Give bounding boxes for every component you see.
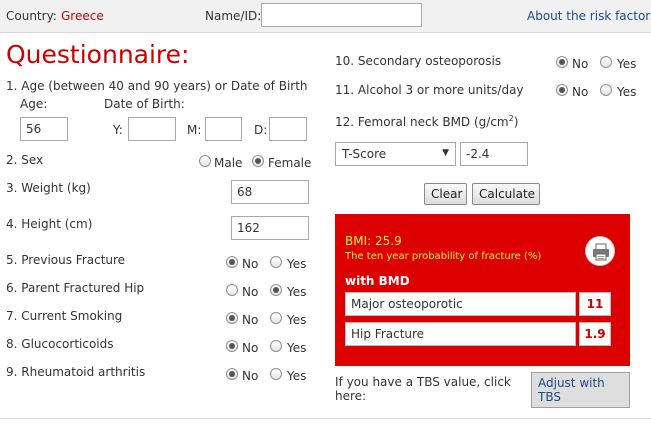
q10-yes-radio[interactable] [600,56,612,68]
q5-yes-label: Yes [287,257,307,271]
q11-label: 11. Alcohol 3 or more units/day [335,83,524,97]
q5-no-label: No [242,257,259,271]
q10-no-radio[interactable] [556,56,568,68]
q9-yes-radio[interactable] [270,368,282,380]
calculate-button[interactable]: Calculate [472,183,540,205]
bmd-type-select[interactable]: T-Score ▼ [335,142,456,166]
q10-label: 10. Secondary osteoporosis [335,54,502,68]
q5-yes-radio[interactable] [270,256,282,268]
page-title: Questionnaire: [6,40,190,69]
country-value: Greece [61,9,104,23]
bottom-divider [0,418,651,419]
with-bmd-label: with BMD [345,274,410,288]
q9-yes-label: Yes [287,369,307,383]
q9-label: 9. Rheumatoid arthritis [6,365,146,379]
q12-label: 12. Femoral neck BMD (g/cm2) [335,114,518,129]
q10-yes-label: Yes [617,57,637,71]
clear-button[interactable]: Clear [424,183,467,205]
q7-no-radio[interactable] [226,312,238,324]
age-input[interactable] [20,117,68,141]
q8-no-radio[interactable] [226,340,238,352]
q12-label-text: 12. Femoral neck BMD (g/cm [335,115,509,129]
year-input[interactable] [128,117,176,141]
q8-yes-label: Yes [287,341,307,355]
dob-label: Date of Birth: [104,97,185,111]
q6-yes-radio[interactable] [270,284,282,296]
q2-label: 2. Sex [6,153,44,167]
adjust-with-tbs-button[interactable]: Adjust with TBS [531,372,630,408]
q11-no-radio[interactable] [556,84,568,96]
age-label: Age: [20,97,48,111]
hip-fracture-label: Hip Fracture [345,322,576,346]
q9-no-radio[interactable] [226,368,238,380]
q11-yes-radio[interactable] [600,84,612,96]
q4-label: 4. Height (cm) [6,217,93,231]
month-input[interactable] [205,117,242,141]
weight-input[interactable] [231,180,309,204]
q8-label: 8. Glucocorticoids [6,337,114,351]
q8-yes-radio[interactable] [270,340,282,352]
q6-no-label: No [242,285,259,299]
about-risk-factors-link[interactable]: About the risk factors [527,9,651,23]
q3-label: 3. Weight (kg) [6,181,91,195]
major-osteoporotic-label: Major osteoporotic [345,292,576,316]
sex-male-radio[interactable] [199,155,211,167]
bmi-value: BMI: 25.9 [345,234,402,248]
country-label: Country: [6,9,57,23]
result-panel: BMI: 25.9 The ten year probability of fr… [335,214,630,366]
bmd-type-value: T-Score [342,147,387,161]
hip-fracture-value: 1.9 [579,322,611,346]
q7-no-label: No [242,313,259,327]
tbs-text: If you have a TBS value, click here: [335,375,511,403]
q6-no-radio[interactable] [226,284,238,296]
q7-yes-radio[interactable] [270,312,282,324]
sex-female-radio[interactable] [252,155,264,167]
q10-no-label: No [572,57,589,71]
header-bar: Country: Greece Name/ID: About the risk … [0,0,651,33]
q8-no-label: No [242,341,259,355]
month-label: M: [187,123,202,137]
year-label: Y: [113,123,123,137]
printer-icon[interactable] [585,236,615,266]
height-input[interactable] [231,216,309,240]
major-osteoporotic-value: 11 [579,292,611,316]
q5-label: 5. Previous Fracture [6,253,126,267]
day-label: D: [254,123,268,137]
q11-yes-label: Yes [617,85,637,99]
q7-yes-label: Yes [287,313,307,327]
q11-no-label: No [572,85,589,99]
q9-no-label: No [242,369,259,383]
q6-yes-label: Yes [287,285,307,299]
sex-male-label: Male [214,156,243,170]
name-label: Name/ID: [205,9,262,23]
q7-label: 7. Current Smoking [6,309,123,323]
sex-female-label: Female [268,156,312,170]
q1-label: 1. Age (between 40 and 90 years) or Date… [6,79,308,93]
chevron-down-icon: ▼ [442,148,449,158]
name-input[interactable] [261,3,422,27]
day-input[interactable] [269,117,307,141]
q5-no-radio[interactable] [226,256,238,268]
q6-label: 6. Parent Fractured Hip [6,281,145,295]
bmd-value-input[interactable] [460,142,528,166]
q12-label-close: ) [513,115,519,129]
probability-label: The ten year probability of fracture (%) [345,251,542,262]
